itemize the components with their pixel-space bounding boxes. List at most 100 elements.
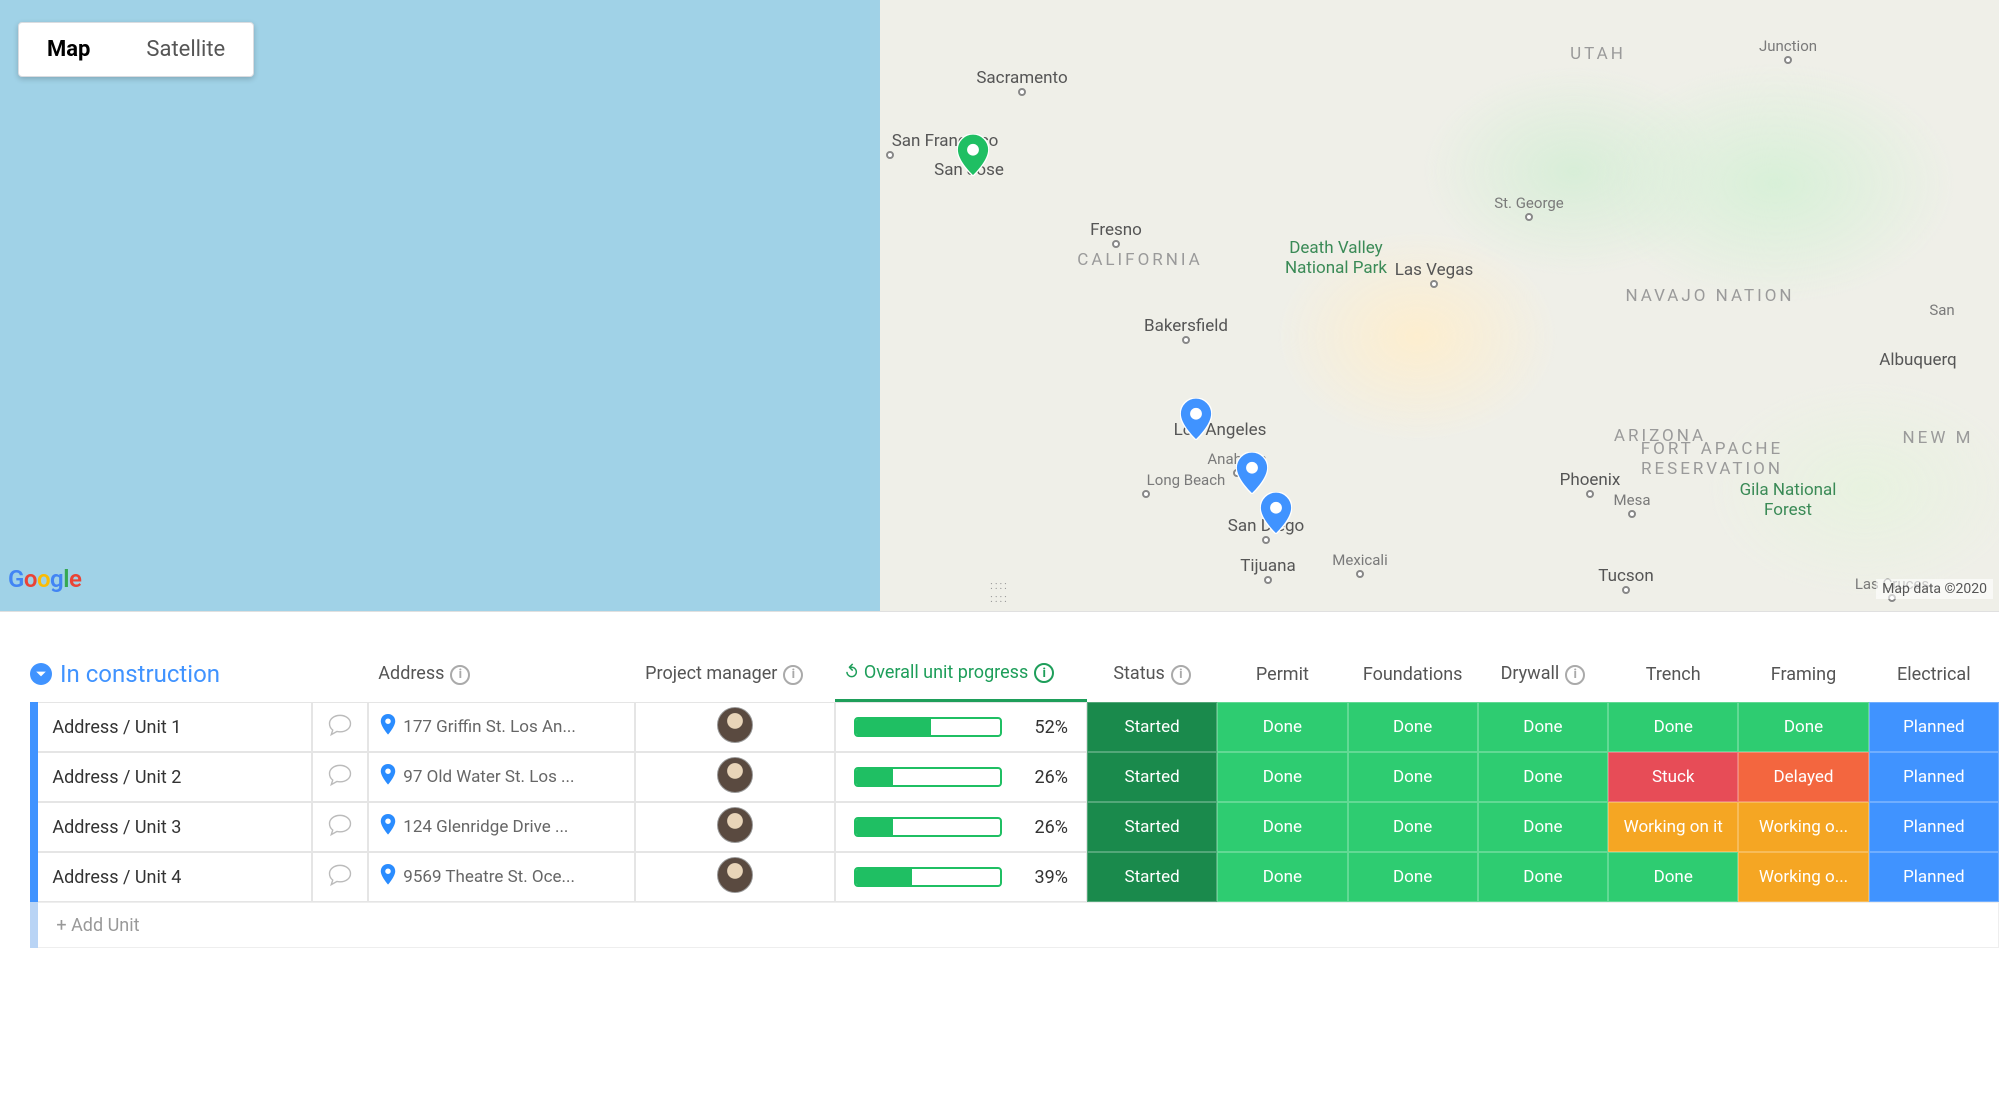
foundations-cell[interactable]: Done bbox=[1348, 752, 1478, 802]
foundations-cell[interactable]: Done bbox=[1348, 702, 1478, 752]
status-cell[interactable]: Started bbox=[1087, 852, 1217, 902]
resize-handle[interactable]: :::::::: bbox=[990, 579, 1009, 605]
drywall-cell[interactable]: Done bbox=[1478, 852, 1608, 902]
map-city-dot bbox=[1628, 510, 1636, 518]
map-city-dot bbox=[1525, 213, 1533, 221]
group-title: In construction bbox=[60, 660, 220, 688]
pm-cell[interactable] bbox=[635, 852, 835, 902]
col-trench[interactable]: Trench bbox=[1608, 652, 1738, 702]
map-city-label: Bakersfield bbox=[1144, 316, 1228, 336]
foundations-cell[interactable]: Done bbox=[1348, 852, 1478, 902]
framing-cell[interactable]: Working o... bbox=[1738, 802, 1868, 852]
framing-cell[interactable]: Working o... bbox=[1738, 852, 1868, 902]
map-city-label: Fresno bbox=[1090, 220, 1142, 240]
address-cell[interactable]: 177 Griffin St. Los An... bbox=[368, 702, 635, 752]
address-cell[interactable]: 124 Glenridge Drive ... bbox=[368, 802, 635, 852]
map-pin[interactable] bbox=[1260, 492, 1292, 534]
status-cell[interactable]: Started bbox=[1087, 802, 1217, 852]
map-city-label: Sacramento bbox=[976, 68, 1067, 88]
map-city-label: San bbox=[1929, 301, 1954, 319]
pm-cell[interactable] bbox=[635, 752, 835, 802]
map-city-dot bbox=[1430, 280, 1438, 288]
map-city-label: Death Valley National Park bbox=[1285, 238, 1387, 278]
permit-cell[interactable]: Done bbox=[1217, 702, 1347, 752]
avatar bbox=[717, 857, 753, 893]
progress-cell[interactable]: 52% bbox=[835, 702, 1087, 752]
map-city-label: Las Vegas bbox=[1395, 260, 1473, 280]
map-city-dot bbox=[1586, 490, 1594, 498]
permit-cell[interactable]: Done bbox=[1217, 752, 1347, 802]
trench-cell[interactable]: Done bbox=[1608, 852, 1738, 902]
map-pin[interactable] bbox=[1180, 398, 1212, 440]
map-city-dot bbox=[1356, 570, 1364, 578]
info-icon[interactable]: i bbox=[450, 665, 470, 685]
unit-name-cell[interactable]: Address / Unit 2 bbox=[38, 752, 311, 802]
address-cell[interactable]: 9569 Theatre St. Oce... bbox=[368, 852, 635, 902]
drywall-cell[interactable]: Done bbox=[1478, 752, 1608, 802]
unit-name-cell[interactable]: Address / Unit 1 bbox=[38, 702, 311, 752]
col-framing[interactable]: Framing bbox=[1738, 652, 1868, 702]
col-status[interactable]: Statusi bbox=[1087, 652, 1217, 702]
progress-cell[interactable]: 26% bbox=[835, 752, 1087, 802]
info-icon[interactable]: i bbox=[783, 665, 803, 685]
status-cell[interactable]: Started bbox=[1087, 752, 1217, 802]
info-icon[interactable]: i bbox=[1171, 665, 1191, 685]
permit-cell[interactable]: Done bbox=[1217, 852, 1347, 902]
drywall-cell[interactable]: Done bbox=[1478, 702, 1608, 752]
unit-name-cell[interactable]: Address / Unit 3 bbox=[38, 802, 311, 852]
map-city-dot bbox=[886, 151, 894, 159]
electrical-cell[interactable]: Planned bbox=[1869, 752, 1999, 802]
map-city-label: Junction bbox=[1759, 37, 1817, 55]
table-row[interactable]: Address / Unit 4 9569 Theatre St. Oce... 3… bbox=[30, 852, 1999, 902]
map-pin[interactable] bbox=[957, 134, 989, 176]
map-mode-map[interactable]: Map bbox=[19, 23, 118, 76]
table-row[interactable]: Address / Unit 1 177 Griffin St. Los An..… bbox=[30, 702, 1999, 752]
info-icon[interactable]: i bbox=[1565, 665, 1585, 685]
group-toggle[interactable]: In construction bbox=[30, 660, 358, 688]
map-pin[interactable] bbox=[1236, 452, 1268, 494]
trench-cell[interactable]: Working on it bbox=[1608, 802, 1738, 852]
info-icon[interactable]: i bbox=[1034, 663, 1054, 683]
col-electrical[interactable]: Electrical bbox=[1869, 652, 1999, 702]
address-cell[interactable]: 97 Old Water St. Los ... bbox=[368, 752, 635, 802]
map-city-dot bbox=[1784, 56, 1792, 64]
col-permit[interactable]: Permit bbox=[1217, 652, 1347, 702]
electrical-cell[interactable]: Planned bbox=[1869, 802, 1999, 852]
framing-cell[interactable]: Delayed bbox=[1738, 752, 1868, 802]
foundations-cell[interactable]: Done bbox=[1348, 802, 1478, 852]
pm-cell[interactable] bbox=[635, 802, 835, 852]
add-unit-button[interactable]: + Add Unit bbox=[38, 902, 1999, 948]
drywall-cell[interactable]: Done bbox=[1478, 802, 1608, 852]
map-city-dot bbox=[1622, 586, 1630, 594]
chat-icon[interactable] bbox=[312, 852, 369, 902]
map-city-label: Mesa bbox=[1614, 491, 1651, 509]
unit-name-cell[interactable]: Address / Unit 4 bbox=[38, 852, 311, 902]
electrical-cell[interactable]: Planned bbox=[1869, 702, 1999, 752]
framing-cell[interactable]: Done bbox=[1738, 702, 1868, 752]
map-mode-satellite[interactable]: Satellite bbox=[118, 23, 253, 76]
map-city-label: FORT APACHE RESERVATION bbox=[1641, 439, 1783, 479]
col-pm[interactable]: Project manageri bbox=[635, 652, 835, 702]
map-city-label: Tijuana bbox=[1240, 556, 1296, 576]
permit-cell[interactable]: Done bbox=[1217, 802, 1347, 852]
chat-icon[interactable] bbox=[312, 702, 369, 752]
table-row[interactable]: Address / Unit 2 97 Old Water St. Los ...… bbox=[30, 752, 1999, 802]
trench-cell[interactable]: Stuck bbox=[1608, 752, 1738, 802]
trench-cell[interactable]: Done bbox=[1608, 702, 1738, 752]
map-view-toggle: Map Satellite bbox=[18, 22, 254, 77]
table-row[interactable]: Address / Unit 3 124 Glenridge Drive ... 2… bbox=[30, 802, 1999, 852]
col-progress[interactable]: ↺Overall unit progressi bbox=[835, 652, 1087, 702]
col-foundations[interactable]: Foundations bbox=[1348, 652, 1478, 702]
col-address[interactable]: Addressi bbox=[368, 652, 635, 702]
electrical-cell[interactable]: Planned bbox=[1869, 852, 1999, 902]
pm-cell[interactable] bbox=[635, 702, 835, 752]
col-drywall[interactable]: Drywalli bbox=[1478, 652, 1608, 702]
chat-icon[interactable] bbox=[312, 802, 369, 852]
map-city-label: Gila National Forest bbox=[1740, 480, 1837, 520]
chat-icon[interactable] bbox=[312, 752, 369, 802]
map-city-dot bbox=[1264, 576, 1272, 584]
map-panel[interactable]: SacramentoSan FranciscoSan JoseFresnoCAL… bbox=[0, 0, 1999, 612]
status-cell[interactable]: Started bbox=[1087, 702, 1217, 752]
progress-cell[interactable]: 39% bbox=[835, 852, 1087, 902]
progress-cell[interactable]: 26% bbox=[835, 802, 1087, 852]
